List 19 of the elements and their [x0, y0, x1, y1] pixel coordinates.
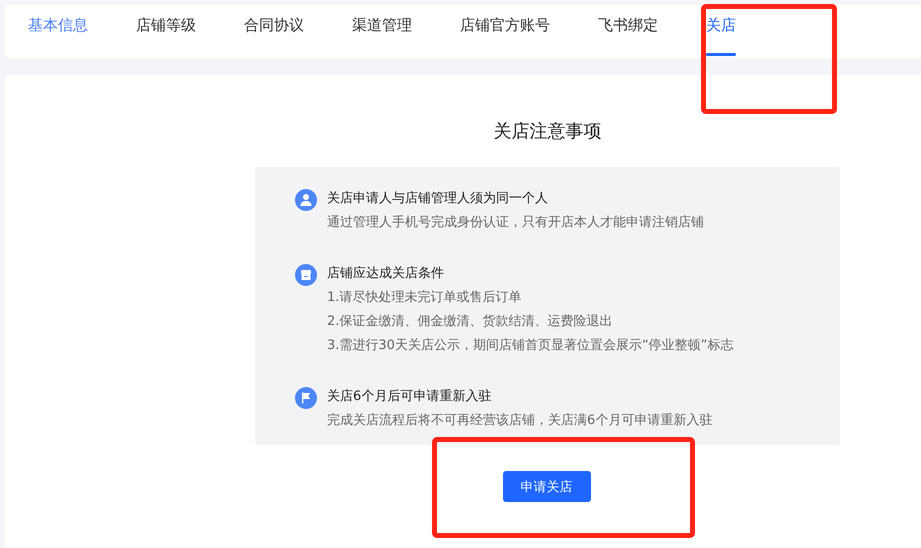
notice-text: 通过管理人手机号完成身份认证，只有开店本人才能申请注销店铺	[327, 214, 704, 232]
person-icon	[295, 189, 317, 211]
tab[interactable]: 店铺等级	[136, 0, 196, 52]
notice-text: 完成关店流程后将不可再经营该店铺，关店满6个月可申请重新入驻	[327, 412, 712, 430]
apply-close-button[interactable]: 申请关店	[502, 471, 590, 502]
flag-icon	[295, 387, 317, 409]
notice-text: 1.请尽快处理未完订单或售后订单	[327, 289, 522, 307]
store-icon	[295, 264, 317, 286]
tab[interactable]: 渠道管理	[352, 0, 412, 52]
tab[interactable]: 合同协议	[244, 0, 304, 52]
tab[interactable]: 基本信息	[28, 0, 88, 52]
notice-text: 2.保证金缴清、佣金缴清、货款结清、运费险退出	[327, 313, 614, 331]
section-title: 关店注意事项	[494, 120, 602, 143]
notice-text: 3.需进行30天关店公示，期间店铺首页显著位置会展示“停业整顿”标志	[327, 337, 734, 355]
notice-heading: 关店申请人与店铺管理人须为同一个人	[327, 190, 549, 208]
notice-heading: 关店6个月后可申请重新入驻	[327, 388, 492, 406]
notice-heading: 店铺应达成关店条件	[327, 265, 445, 283]
tab[interactable]: 飞书绑定	[598, 0, 658, 52]
tab[interactable]: 店铺官方账号	[460, 0, 550, 52]
